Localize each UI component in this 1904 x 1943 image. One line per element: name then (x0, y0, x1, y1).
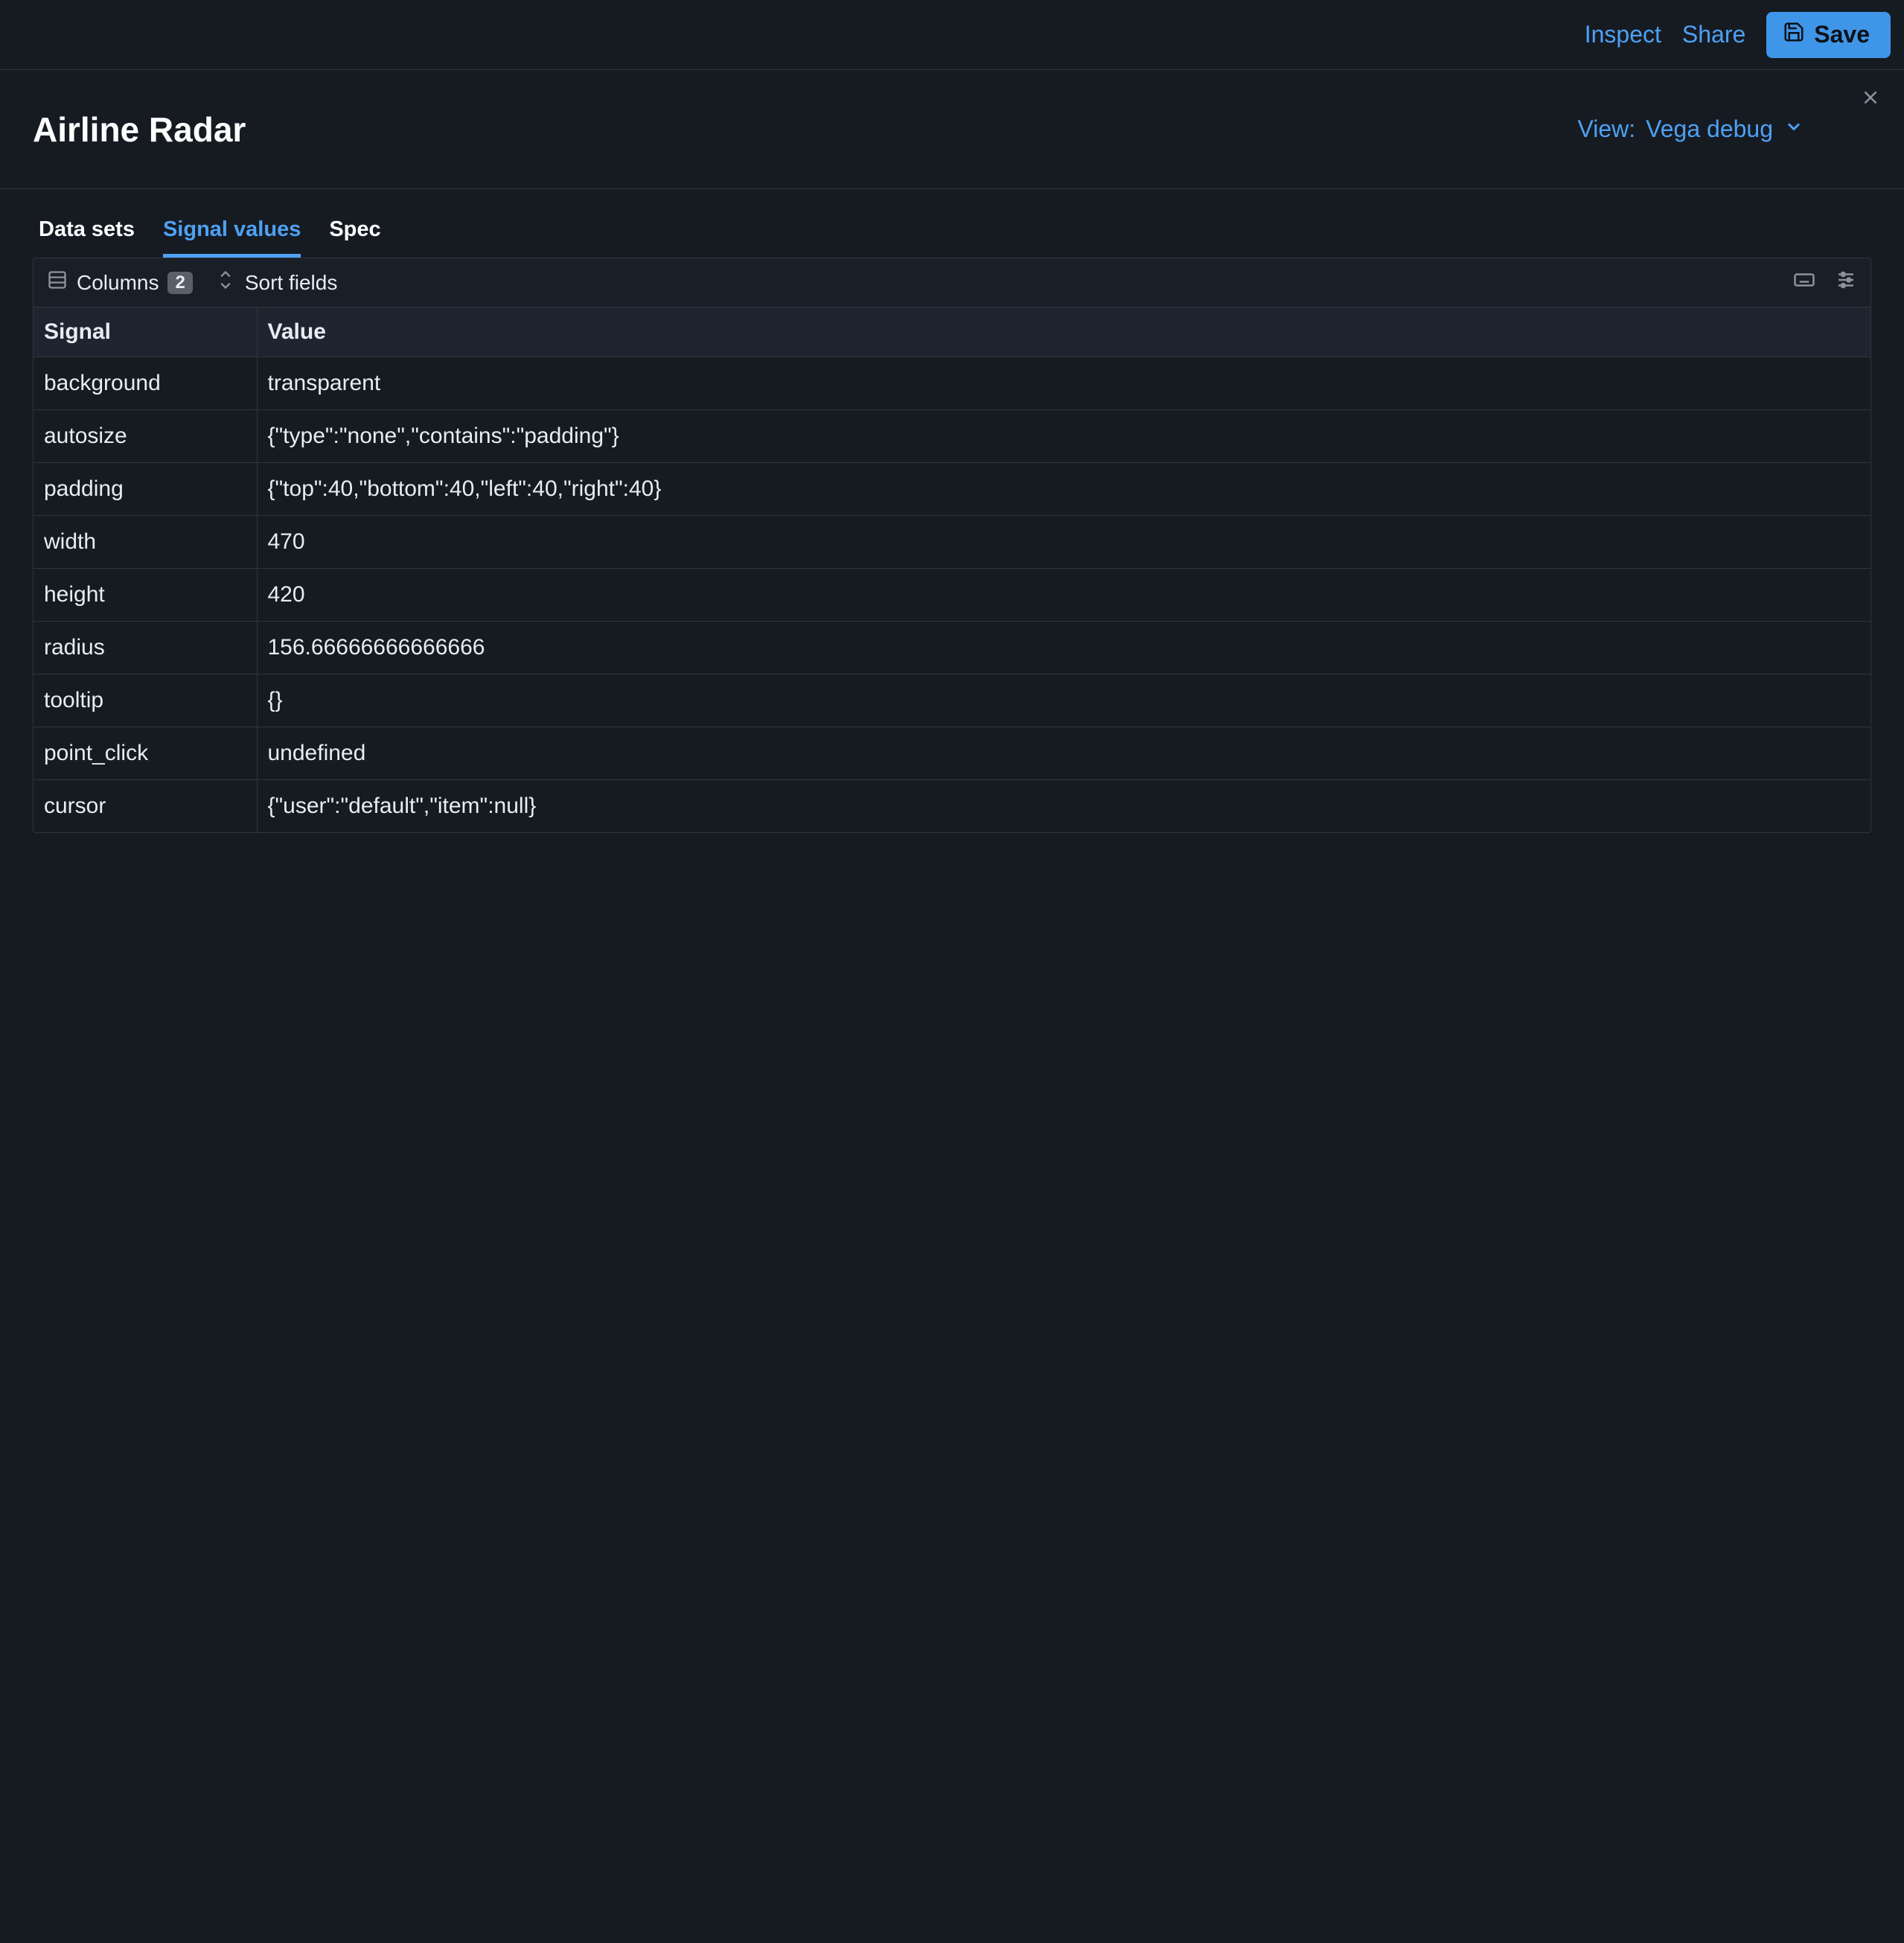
signal-value-cell: {"type":"none","contains":"padding"} (257, 410, 1871, 463)
view-value: Vega debug (1646, 115, 1773, 143)
title-bar: Airline Radar View: Vega debug (0, 70, 1904, 189)
col-header-signal[interactable]: Signal (33, 307, 257, 357)
tab-spec[interactable]: Spec (329, 217, 380, 258)
signal-value-cell: 470 (257, 516, 1871, 569)
signal-name-cell: cursor (33, 780, 257, 833)
signal-value-cell: transparent (257, 357, 1871, 410)
signal-name-cell: tooltip (33, 674, 257, 727)
table-row[interactable]: padding{"top":40,"bottom":40,"left":40,"… (33, 463, 1871, 516)
inspect-link[interactable]: Inspect (1585, 21, 1661, 48)
signal-name-cell: radius (33, 622, 257, 674)
save-icon (1783, 21, 1805, 49)
table-toolbar: Columns 2 Sort fields (33, 258, 1871, 307)
signal-name-cell: padding (33, 463, 257, 516)
table-row[interactable]: height420 (33, 569, 1871, 622)
sort-icon (215, 269, 236, 296)
signal-value-cell: 420 (257, 569, 1871, 622)
signals-table: Signal Value backgroundtransparentautosi… (33, 307, 1871, 832)
columns-label: Columns (77, 271, 159, 295)
table-row[interactable]: backgroundtransparent (33, 357, 1871, 410)
signal-value-cell: {"top":40,"bottom":40,"left":40,"right":… (257, 463, 1871, 516)
view-selector[interactable]: View: Vega debug (1577, 115, 1804, 143)
tabs: Data sets Signal values Spec (0, 189, 1904, 258)
top-action-bar: Inspect Share Save (0, 0, 1904, 70)
table-row[interactable]: cursor{"user":"default","item":null} (33, 780, 1871, 833)
table-row[interactable]: autosize{"type":"none","contains":"paddi… (33, 410, 1871, 463)
signal-name-cell: height (33, 569, 257, 622)
table-row[interactable]: tooltip{} (33, 674, 1871, 727)
close-button[interactable] (1859, 86, 1882, 115)
signal-name-cell: background (33, 357, 257, 410)
sliders-icon (1835, 269, 1857, 297)
tab-datasets[interactable]: Data sets (39, 217, 135, 258)
sort-label: Sort fields (245, 271, 338, 295)
page-title: Airline Radar (33, 109, 246, 150)
tab-signal-values[interactable]: Signal values (163, 217, 301, 258)
save-button-label: Save (1814, 21, 1870, 48)
signal-name-cell: autosize (33, 410, 257, 463)
save-button[interactable]: Save (1766, 12, 1891, 58)
signals-panel: Columns 2 Sort fields (33, 258, 1871, 833)
signal-name-cell: width (33, 516, 257, 569)
columns-icon (47, 269, 68, 296)
table-row[interactable]: point_clickundefined (33, 727, 1871, 780)
view-label: View: (1577, 115, 1635, 143)
signal-value-cell: undefined (257, 727, 1871, 780)
signal-value-cell: 156.66666666666666 (257, 622, 1871, 674)
table-row[interactable]: radius156.66666666666666 (33, 622, 1871, 674)
share-link[interactable]: Share (1682, 21, 1745, 48)
columns-control[interactable]: Columns 2 (47, 269, 193, 296)
signal-value-cell: {} (257, 674, 1871, 727)
columns-count-badge: 2 (167, 272, 192, 294)
settings-button[interactable] (1835, 269, 1857, 297)
signal-value-cell: {"user":"default","item":null} (257, 780, 1871, 833)
col-header-value[interactable]: Value (257, 307, 1871, 357)
table-row[interactable]: width470 (33, 516, 1871, 569)
table-header-row: Signal Value (33, 307, 1871, 357)
chevron-down-icon (1783, 115, 1804, 143)
keyboard-icon (1793, 269, 1815, 297)
close-icon (1859, 89, 1882, 114)
sort-fields-control[interactable]: Sort fields (215, 269, 338, 296)
keyboard-button[interactable] (1793, 269, 1815, 297)
signal-name-cell: point_click (33, 727, 257, 780)
